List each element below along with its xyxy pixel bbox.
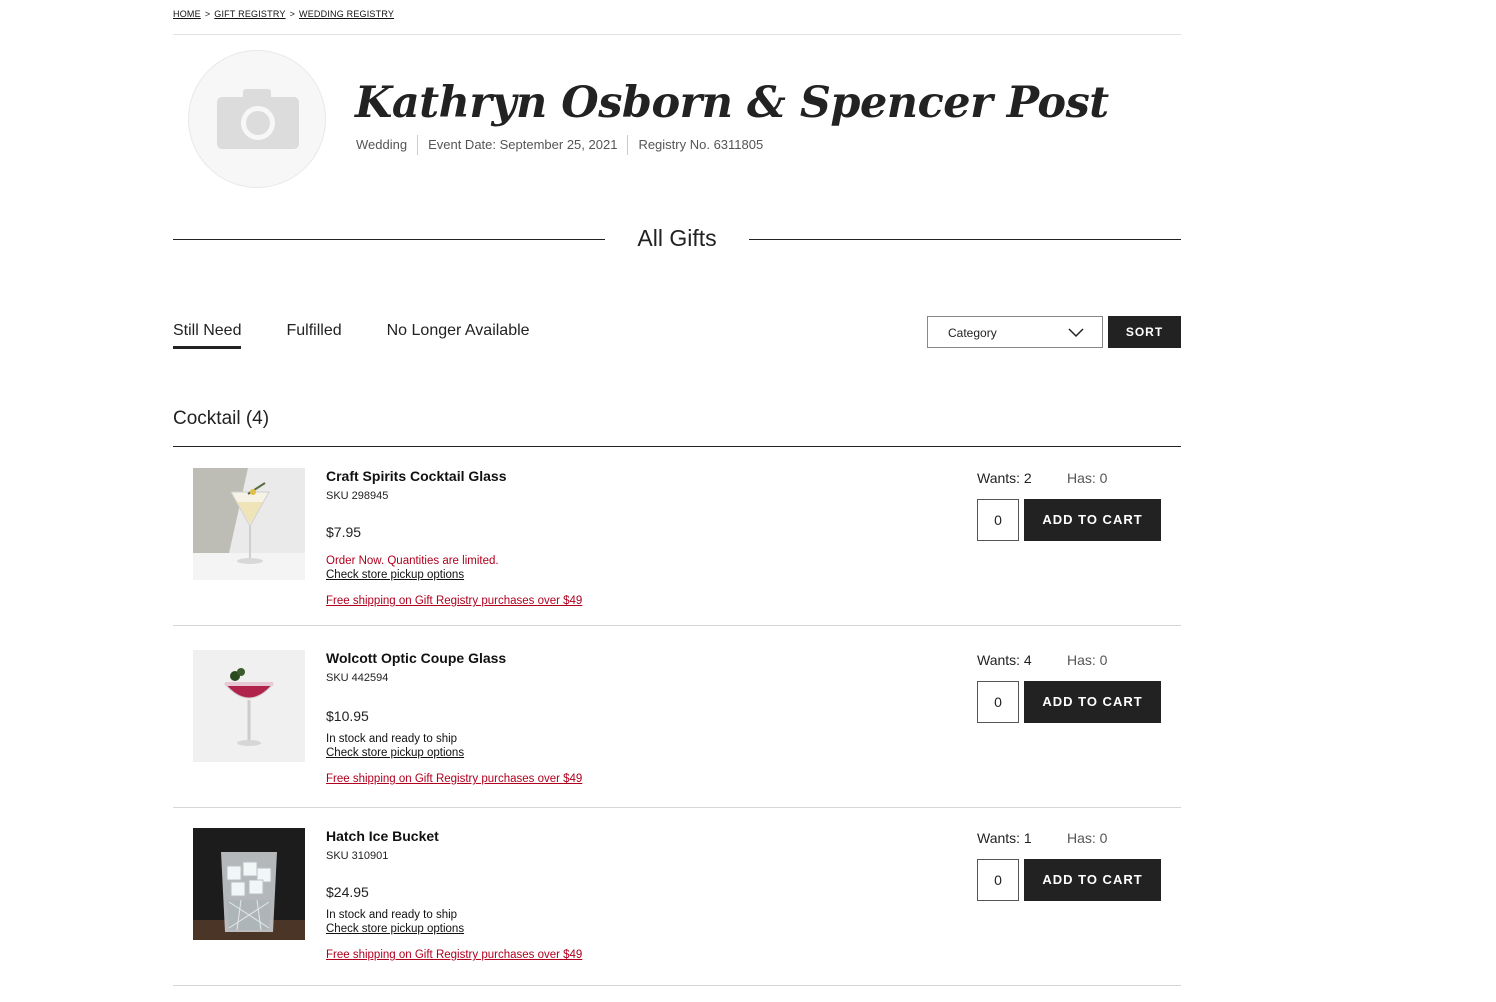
quantity-input[interactable]: 0 xyxy=(977,499,1019,541)
store-pickup-link[interactable]: Check store pickup options xyxy=(326,569,464,581)
item-info: Craft Spirits Cocktail Glass SKU 298945 … xyxy=(326,468,582,607)
registry-meta: Wedding Event Date: September 25, 2021 R… xyxy=(356,135,773,155)
has-count: Has: 0 xyxy=(1067,830,1108,846)
breadcrumb-gift-registry-link[interactable]: GIFT REGISTRY xyxy=(214,9,285,19)
filter-tabs: Still Need Fulfilled No Longer Available xyxy=(173,322,575,349)
wants-count: Wants: 1 xyxy=(977,830,1032,846)
item-info: Hatch Ice Bucket SKU 310901 $24.95 In st… xyxy=(326,828,582,961)
item-price: $10.95 xyxy=(326,708,369,724)
breadcrumb: HOME > GIFT REGISTRY > WEDDING REGISTRY xyxy=(173,9,394,19)
add-to-cart-button[interactable]: ADD TO CART xyxy=(1024,499,1161,541)
add-to-cart-button[interactable]: ADD TO CART xyxy=(1024,681,1161,723)
breadcrumb-separator: > xyxy=(289,9,296,19)
has-count: Has: 0 xyxy=(1067,470,1108,486)
martini-glass-image[interactable] xyxy=(193,468,305,580)
registry-item: Wolcott Optic Coupe Glass SKU 442594 $10… xyxy=(173,630,1181,808)
breadcrumb-separator: > xyxy=(204,9,211,19)
registry-name: Kathryn Osborn & Spencer Post xyxy=(355,78,1109,128)
camera-icon xyxy=(217,89,299,149)
has-count: Has: 0 xyxy=(1067,652,1108,668)
item-price: $7.95 xyxy=(326,524,362,540)
breadcrumb-home-link[interactable]: HOME xyxy=(173,9,201,19)
tab-still-need[interactable]: Still Need xyxy=(173,322,242,349)
chevron-down-icon xyxy=(1068,328,1084,338)
item-divider xyxy=(173,985,1181,986)
tab-fulfilled[interactable]: Fulfilled xyxy=(286,322,341,349)
registry-type: Wedding xyxy=(356,137,408,152)
wants-count: Wants: 4 xyxy=(977,652,1032,668)
sort-select[interactable]: Category xyxy=(927,316,1103,348)
free-shipping-link[interactable]: Free shipping on Gift Registry purchases… xyxy=(326,773,582,785)
item-sku: SKU 298945 xyxy=(326,490,389,502)
item-name[interactable]: Craft Spirits Cocktail Glass xyxy=(326,468,507,484)
item-stock-status: In stock and ready to ship xyxy=(326,733,458,745)
item-sku: SKU 310901 xyxy=(326,850,389,862)
tab-no-longer-available[interactable]: No Longer Available xyxy=(387,322,530,349)
store-pickup-link[interactable]: Check store pickup options xyxy=(326,923,464,935)
item-stock-status: Order Now. Quantities are limited. xyxy=(326,555,499,567)
breadcrumb-wedding-registry-link[interactable]: WEDDING REGISTRY xyxy=(299,9,394,19)
quantity-input[interactable]: 0 xyxy=(977,681,1019,723)
section-heading: All Gifts xyxy=(173,225,1181,255)
ice-bucket-image[interactable] xyxy=(193,828,305,940)
registry-item: Craft Spirits Cocktail Glass SKU 298945 … xyxy=(173,448,1181,626)
item-name[interactable]: Wolcott Optic Coupe Glass xyxy=(326,650,506,666)
category-divider xyxy=(173,446,1181,447)
free-shipping-link[interactable]: Free shipping on Gift Registry purchases… xyxy=(326,949,582,961)
quantity-input[interactable]: 0 xyxy=(977,859,1019,901)
event-date: Event Date: September 25, 2021 xyxy=(417,135,627,155)
item-stock-status: In stock and ready to ship xyxy=(326,909,458,921)
category-heading: Cocktail (4) xyxy=(173,408,270,429)
wants-count: Wants: 2 xyxy=(977,470,1032,486)
item-divider xyxy=(173,625,1181,626)
header-divider xyxy=(173,34,1181,35)
store-pickup-link[interactable]: Check store pickup options xyxy=(326,747,464,759)
item-info: Wolcott Optic Coupe Glass SKU 442594 $10… xyxy=(326,650,582,785)
add-to-cart-button[interactable]: ADD TO CART xyxy=(1024,859,1161,901)
registry-photo-placeholder xyxy=(188,50,326,188)
registry-number: Registry No. 6311805 xyxy=(627,135,773,155)
item-sku: SKU 442594 xyxy=(326,672,389,684)
sort-button[interactable]: SORT xyxy=(1108,316,1181,348)
item-price: $24.95 xyxy=(326,884,369,900)
sort-select-value: Category xyxy=(948,326,997,340)
registry-item: Hatch Ice Bucket SKU 310901 $24.95 In st… xyxy=(173,808,1181,986)
heading-rule-right xyxy=(749,239,1181,240)
item-name[interactable]: Hatch Ice Bucket xyxy=(326,828,439,844)
coupe-glass-image[interactable] xyxy=(193,650,305,762)
free-shipping-link[interactable]: Free shipping on Gift Registry purchases… xyxy=(326,595,582,607)
